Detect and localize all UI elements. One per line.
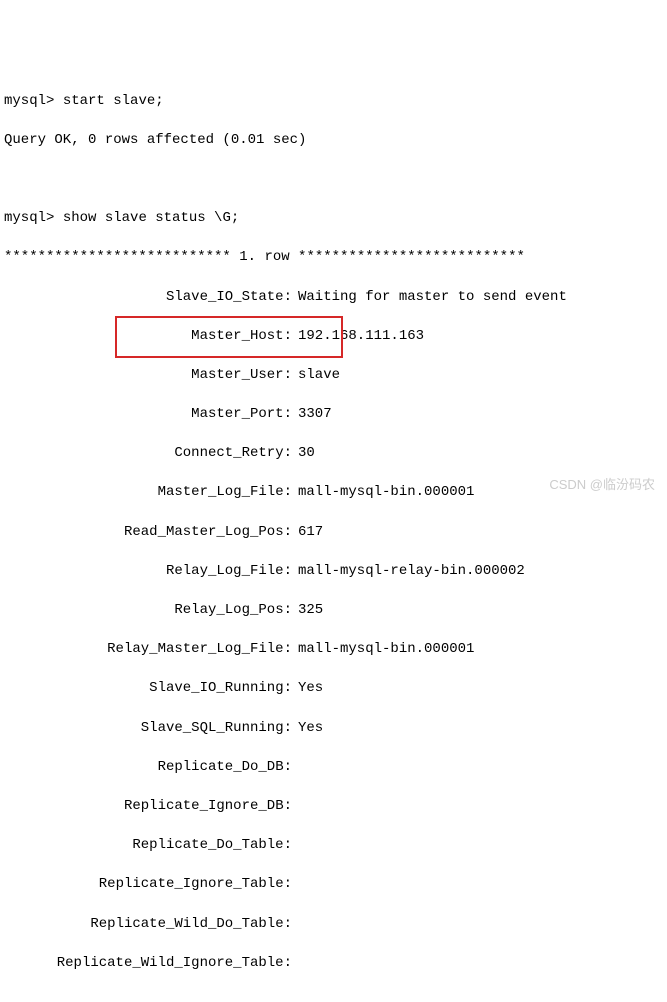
label: Read_Master_Log_Pos: (4, 523, 292, 543)
value: Waiting for master to send event (292, 288, 567, 308)
value: 325 (292, 601, 323, 621)
label: Replicate_Ignore_DB: (4, 797, 292, 817)
status-row-relay-master-log-file: Relay_Master_Log_File:mall-mysql-bin.000… (4, 640, 663, 660)
command-line-start-slave: mysql> start slave; (4, 92, 663, 112)
command-show-status: show slave status \G; (63, 210, 239, 226)
value: Yes (292, 719, 323, 739)
row-header: *************************** 1. row *****… (4, 248, 663, 268)
blank-line (4, 170, 663, 190)
label: Replicate_Wild_Do_Table: (4, 915, 292, 935)
prompt: mysql> (4, 210, 54, 226)
label: Master_Log_File: (4, 483, 292, 503)
status-row-replicate-do-table: Replicate_Do_Table: (4, 836, 663, 856)
prompt: mysql> (4, 93, 54, 109)
value: mall-mysql-bin.000001 (292, 483, 474, 503)
status-row-connect-retry: Connect_Retry:30 (4, 444, 663, 464)
status-row-replicate-wild-ignore-table: Replicate_Wild_Ignore_Table: (4, 954, 663, 974)
command-line-show-status: mysql> show slave status \G; (4, 209, 663, 229)
label: Connect_Retry: (4, 444, 292, 464)
label: Replicate_Do_DB: (4, 758, 292, 778)
status-row-relay-log-file: Relay_Log_File:mall-mysql-relay-bin.0000… (4, 562, 663, 582)
label: Replicate_Do_Table: (4, 836, 292, 856)
value: mall-mysql-relay-bin.000002 (292, 562, 525, 582)
status-row-replicate-ignore-table: Replicate_Ignore_Table: (4, 875, 663, 895)
query-result: Query OK, 0 rows affected (0.01 sec) (4, 131, 663, 151)
status-row-replicate-ignore-db: Replicate_Ignore_DB: (4, 797, 663, 817)
label: Relay_Log_Pos: (4, 601, 292, 621)
watermark-text: CSDN @临汾码农 (549, 474, 655, 493)
label: Master_Port: (4, 405, 292, 425)
status-row-master-port: Master_Port:3307 (4, 405, 663, 425)
status-row-replicate-wild-do-table: Replicate_Wild_Do_Table: (4, 915, 663, 935)
label: Master_User: (4, 366, 292, 386)
value: mall-mysql-bin.000001 (292, 640, 474, 660)
status-row-slave-io-state: Slave_IO_State:Waiting for master to sen… (4, 288, 663, 308)
status-row-slave-sql-running: Slave_SQL_Running:Yes (4, 719, 663, 739)
status-row-slave-io-running: Slave_IO_Running:Yes (4, 679, 663, 699)
value: 617 (292, 523, 323, 543)
label: Replicate_Ignore_Table: (4, 875, 292, 895)
label: Relay_Master_Log_File: (4, 640, 292, 660)
status-row-replicate-do-db: Replicate_Do_DB: (4, 758, 663, 778)
value: 192.168.111.163 (292, 327, 424, 347)
value: 30 (292, 444, 315, 464)
command-start-slave: start slave; (63, 93, 164, 109)
label: Replicate_Wild_Ignore_Table: (4, 954, 292, 974)
value: Yes (292, 679, 323, 699)
label: Slave_IO_State: (4, 288, 292, 308)
status-row-read-master-log-pos: Read_Master_Log_Pos:617 (4, 523, 663, 543)
terminal-output: mysql> start slave; Query OK, 0 rows aff… (4, 72, 663, 993)
status-row-relay-log-pos: Relay_Log_Pos:325 (4, 601, 663, 621)
status-row-master-user: Master_User:slave (4, 366, 663, 386)
label: Slave_SQL_Running: (4, 719, 292, 739)
value: slave (292, 366, 340, 386)
status-row-master-host: Master_Host:192.168.111.163 (4, 327, 663, 347)
label: Slave_IO_Running: (4, 679, 292, 699)
label: Relay_Log_File: (4, 562, 292, 582)
value: 3307 (292, 405, 332, 425)
label: Master_Host: (4, 327, 292, 347)
